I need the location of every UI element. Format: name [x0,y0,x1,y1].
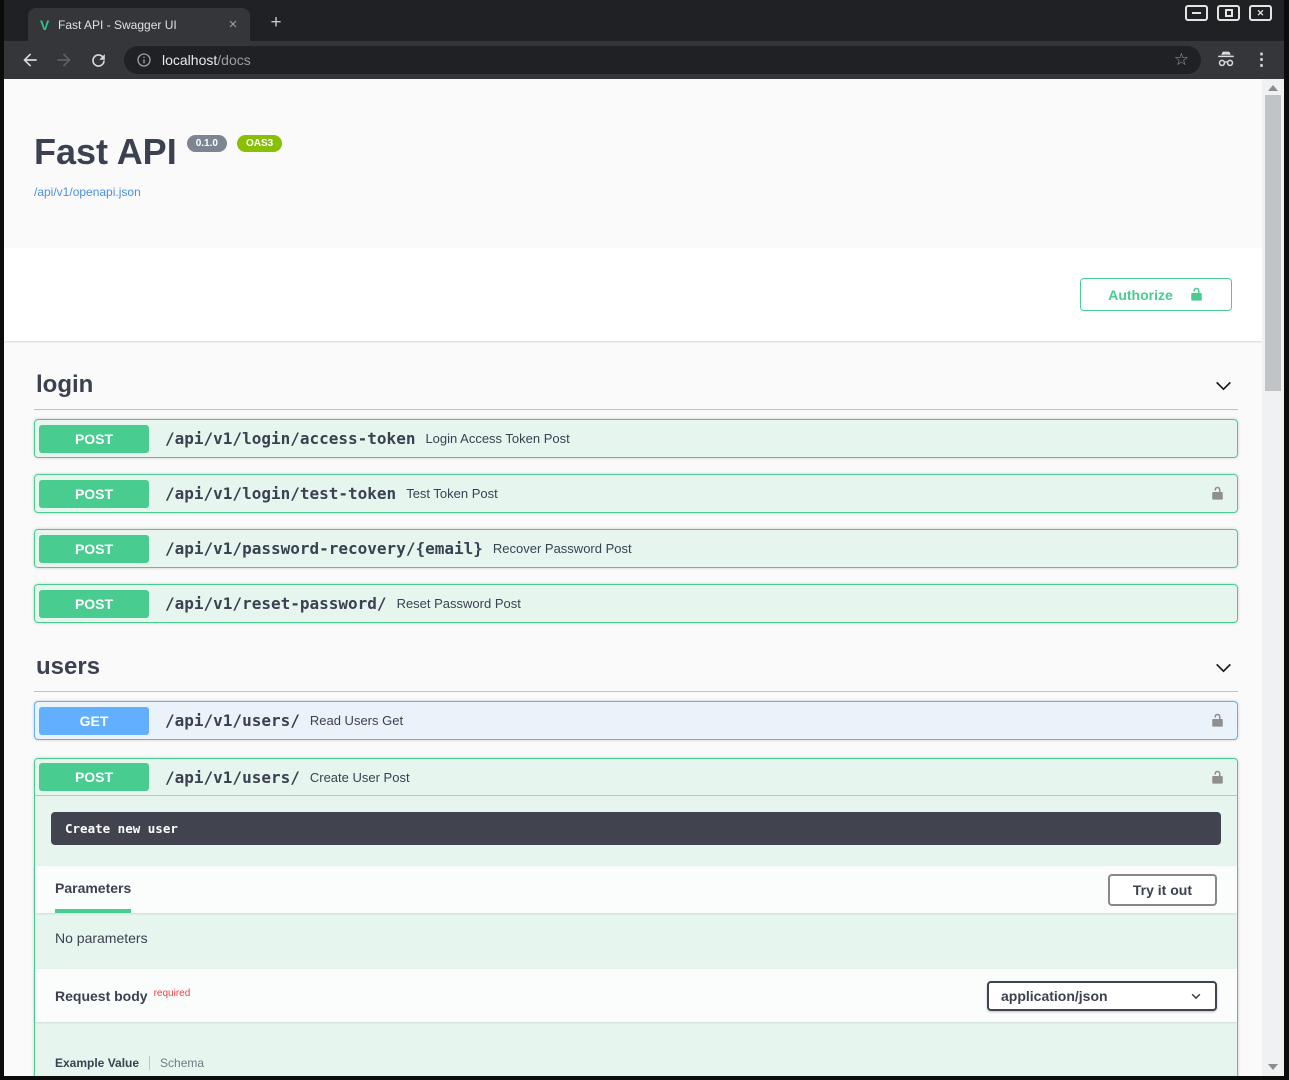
media-type-select[interactable]: application/json [987,981,1217,1011]
method-badge: POST [39,535,149,563]
op-password-recovery: POST /api/v1/password-recovery/{email} R… [34,529,1238,568]
operation-path: /api/v1/password-recovery/{email} [149,539,493,558]
unlocked-padlock-icon [1189,286,1204,303]
operation-path: /api/v1/login/test-token [149,484,406,503]
method-badge: GET [39,707,149,735]
scheme-container: Authorize [4,248,1262,341]
request-body-header: Request bodyrequired application/json [35,969,1237,1022]
operation-summary[interactable]: POST /api/v1/login/access-token Login Ac… [35,420,1237,457]
scrollbar-thumb[interactable] [1265,95,1281,391]
operation-description: Read Users Get [310,713,403,728]
operation-summary[interactable]: POST /api/v1/login/test-token Test Token… [35,475,1237,512]
try-it-out-button[interactable]: Try it out [1108,874,1217,906]
operation-markdown-description: Create new user [51,812,1221,845]
maximize-button[interactable] [1217,5,1240,21]
operation-summary[interactable]: POST /api/v1/users/ Create User Post [35,759,1237,796]
method-badge: POST [39,425,149,453]
lock-icon[interactable] [1208,767,1227,788]
operation-summary[interactable]: POST /api/v1/reset-password/ Reset Passw… [35,585,1237,622]
lock-icon[interactable] [1208,483,1227,504]
favicon-icon: V [40,17,58,33]
url-text: localhost/docs [162,52,1166,68]
op-read-users: GET /api/v1/users/ Read Users Get [34,701,1238,740]
op-login-test-token: POST /api/v1/login/test-token Test Token… [34,474,1238,513]
lock-icon[interactable] [1208,710,1227,731]
section-login-header[interactable]: login [34,365,1238,410]
chevron-down-icon [1189,989,1203,1003]
tab-parameters[interactable]: Parameters [55,866,131,913]
incognito-icon [1215,50,1237,70]
reload-icon[interactable] [86,48,110,72]
new-tab-button[interactable]: + [264,11,288,35]
operation-path: /api/v1/users/ [149,768,310,787]
tab-title: Fast API - Swagger UI [58,18,224,32]
chevron-down-icon[interactable] [1211,655,1236,680]
operation-path: /api/v1/reset-password/ [149,594,397,613]
operation-description: Test Token Post [406,486,498,501]
scrollbar[interactable] [1262,79,1284,1076]
section-users-header[interactable]: users [34,647,1238,692]
swagger-page: Fast API 0.1.0 OAS3 /api/v1/openapi.json… [4,79,1262,1076]
address-bar[interactable]: localhost/docs ☆ [124,46,1201,74]
oas3-badge: OAS3 [237,135,282,152]
parameters-header: Parameters Try it out [35,866,1237,913]
request-body-label: Request bodyrequired [55,988,190,1004]
tab-close-icon[interactable]: ✕ [224,16,242,34]
minimize-button[interactable] [1185,5,1208,21]
operation-description: Recover Password Post [493,541,632,556]
url-host: localhost [162,52,217,68]
operation-description: Create User Post [310,770,410,785]
method-badge: POST [39,590,149,618]
operation-path: /api/v1/login/access-token [149,429,425,448]
forward-icon[interactable] [52,48,76,72]
browser-menu-icon[interactable]: ⋮ [1253,50,1270,70]
operation-body: Create new user Parameters Try it out No… [35,812,1237,1076]
operation-description: Reset Password Post [397,596,521,611]
operation-summary[interactable]: GET /api/v1/users/ Read Users Get [35,702,1237,739]
no-parameters-text: No parameters [35,913,1237,969]
api-info: Fast API 0.1.0 OAS3 /api/v1/openapi.json [4,79,1262,201]
tab-divider [149,1056,150,1070]
tab-schema[interactable]: Schema [160,1056,204,1070]
op-login-access-token: POST /api/v1/login/access-token Login Ac… [34,419,1238,458]
method-badge: POST [39,763,149,791]
operation-path: /api/v1/users/ [149,711,310,730]
method-badge: POST [39,480,149,508]
page-title: Fast API [34,131,177,173]
operation-summary[interactable]: POST /api/v1/password-recovery/{email} R… [35,530,1237,567]
back-icon[interactable] [18,48,42,72]
chevron-down-icon[interactable] [1211,373,1236,398]
scroll-down-icon[interactable] [1262,1060,1284,1074]
operation-description: Login Access Token Post [425,431,569,446]
section-title: login [36,371,93,399]
op-reset-password: POST /api/v1/reset-password/ Reset Passw… [34,584,1238,623]
section-title: users [36,653,100,681]
required-marker: required [154,988,191,999]
window-controls: ✕ [1185,5,1272,21]
authorize-button[interactable]: Authorize [1080,278,1232,311]
openapi-spec-link[interactable]: /api/v1/openapi.json [34,185,141,199]
toolbar-right: ⋮ [1215,50,1270,70]
tab-example-value[interactable]: Example Value [55,1056,139,1070]
url-path: /docs [217,52,250,68]
section-login: login POST /api/v1/login/access-token Lo… [34,365,1238,623]
browser-tab[interactable]: V Fast API - Swagger UI ✕ [28,8,250,41]
browser-toolbar: localhost/docs ☆ ⋮ [4,41,1284,79]
section-users: users GET /api/v1/users/ Read Users Get [34,647,1238,1076]
version-badge: 0.1.0 [187,135,227,152]
window-close-button[interactable]: ✕ [1249,5,1272,21]
browser-window: V Fast API - Swagger UI ✕ + ✕ localhost/… [0,0,1289,1080]
scroll-up-icon[interactable] [1262,81,1284,95]
bookmark-star-icon[interactable]: ☆ [1174,50,1189,70]
site-info-icon[interactable] [136,52,152,68]
op-create-user: POST /api/v1/users/ Create User Post Cre… [34,758,1238,1076]
titlebar: V Fast API - Swagger UI ✕ + ✕ [4,0,1284,41]
model-example-tabs: Example Value Schema [35,1022,1237,1076]
